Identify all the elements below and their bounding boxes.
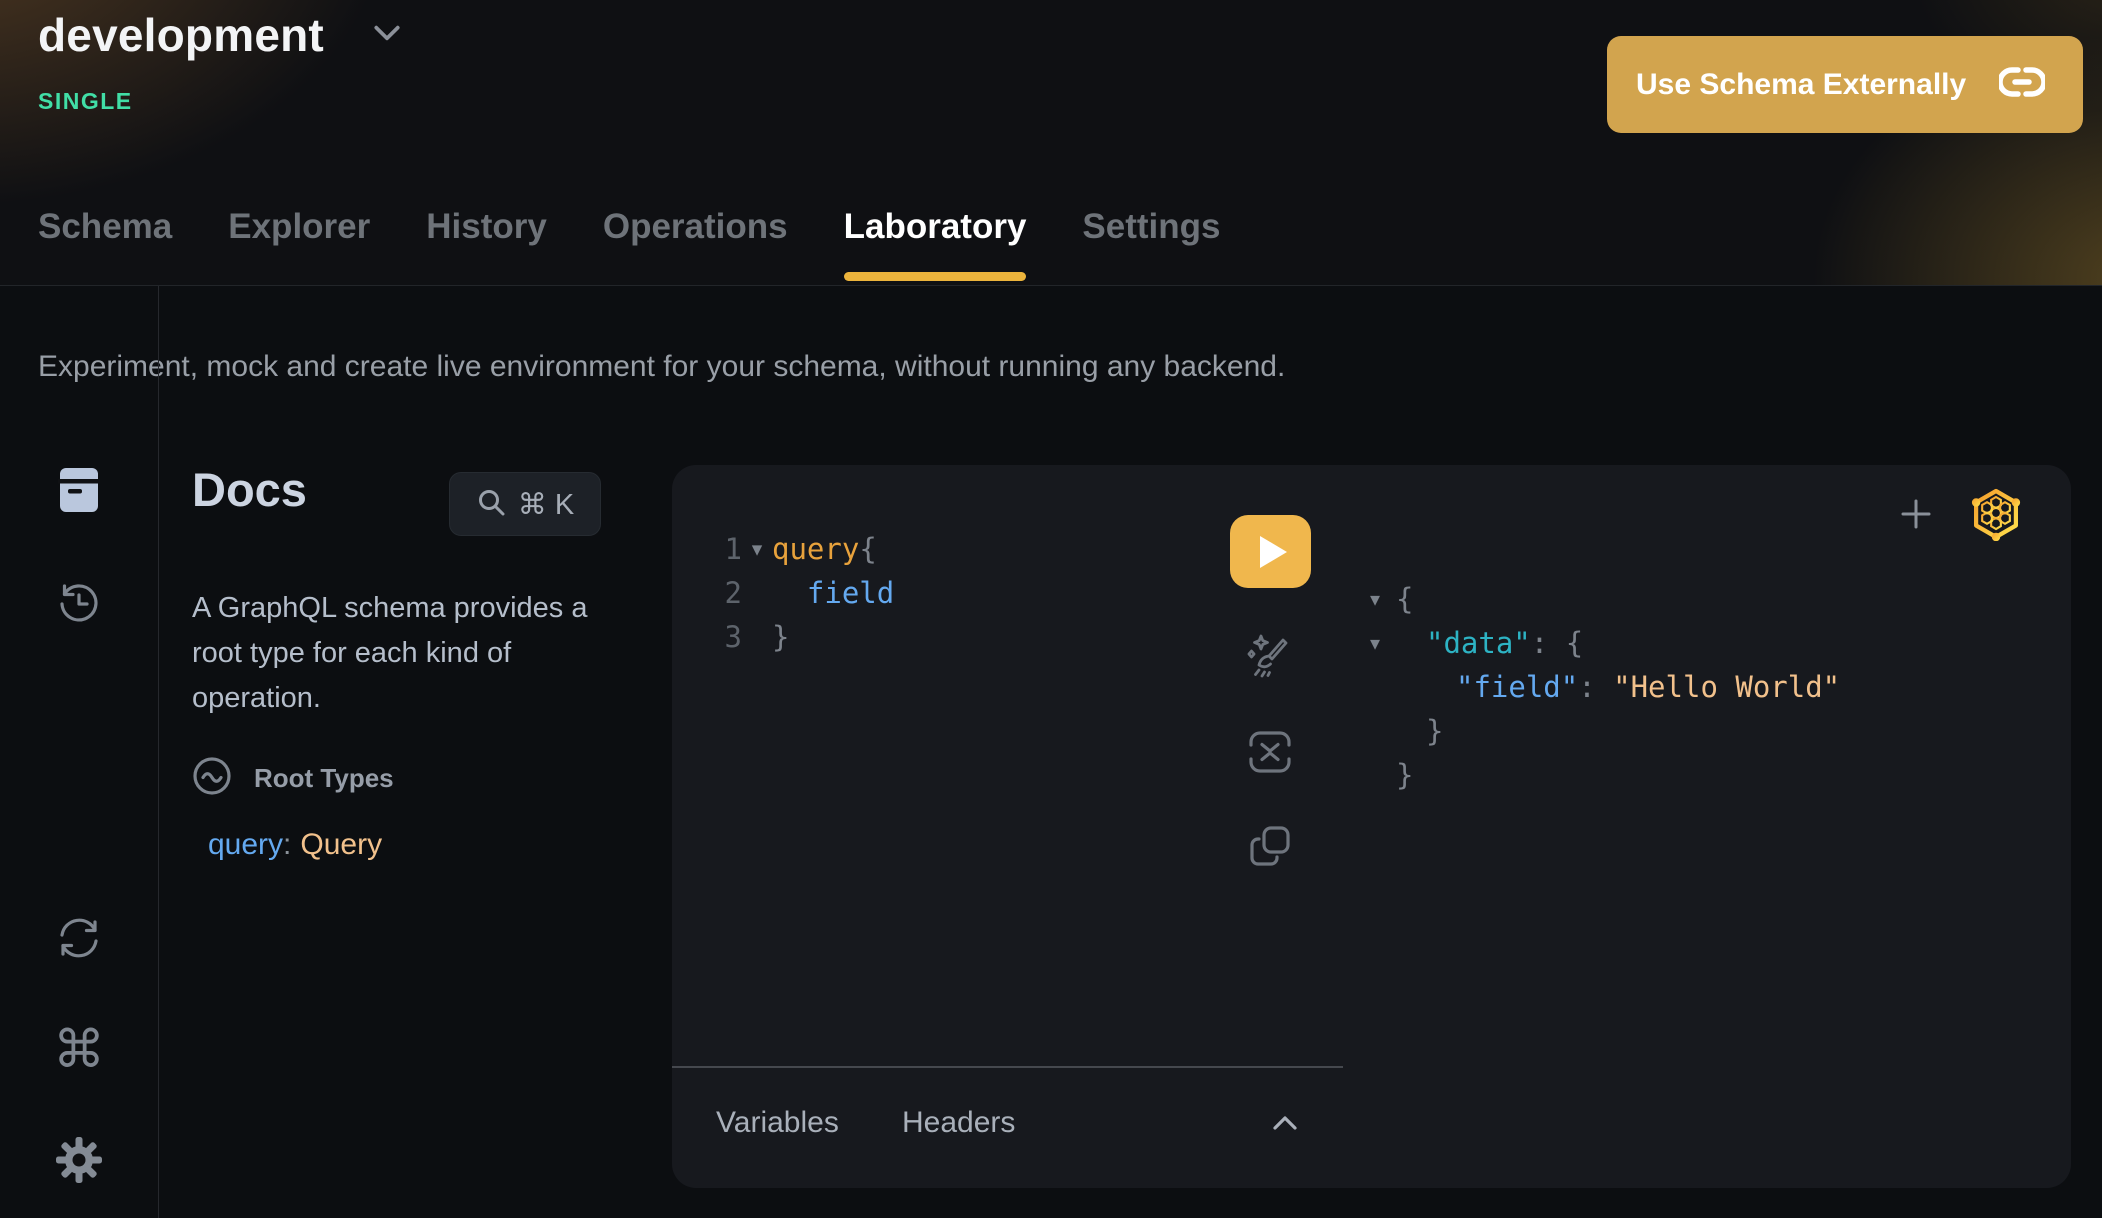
- fold-arrow-icon[interactable]: ▾: [1370, 587, 1396, 611]
- status-badge: SINGLE: [38, 88, 133, 115]
- search-icon: [476, 487, 506, 522]
- code-text: }: [772, 620, 789, 654]
- tab-explorer[interactable]: Explorer: [228, 207, 370, 285]
- play-icon: [1260, 536, 1287, 568]
- docs-search-button[interactable]: ⌘ K: [449, 472, 601, 536]
- root-types-icon: [192, 756, 232, 801]
- root-type-separator: :: [283, 828, 291, 861]
- link-icon: [1999, 65, 2045, 104]
- response-line: ▾"data": {: [1370, 621, 1840, 665]
- footer-tab-variables[interactable]: Variables: [716, 1106, 839, 1140]
- response-line: "field": "Hello World": [1370, 665, 1840, 709]
- response-text: {: [1396, 582, 1413, 616]
- tab-bar: Schema Explorer History Operations Laborator…: [38, 207, 1221, 285]
- laboratory-sidebar: ⌘: [0, 286, 159, 1218]
- line-number: 2: [718, 576, 742, 610]
- code-text: query{: [772, 532, 877, 566]
- tab-laboratory[interactable]: Laboratory: [844, 207, 1027, 285]
- search-shortcut-label: ⌘ K: [518, 487, 574, 522]
- prettify-button[interactable]: [1246, 632, 1294, 685]
- graphiql-editor-panel: 1▾query{2 field3}: [672, 465, 2071, 1188]
- sidebar-item-settings[interactable]: [51, 1136, 107, 1188]
- tab-settings[interactable]: Settings: [1082, 207, 1220, 285]
- footer-tab-headers[interactable]: Headers: [902, 1106, 1015, 1140]
- line-number: 1: [718, 532, 742, 566]
- query-pane: 1▾query{2 field3}: [672, 465, 1343, 1188]
- tab-operations[interactable]: Operations: [603, 207, 788, 285]
- query-code: 1▾query{2 field3}: [718, 527, 894, 659]
- copy-query-button[interactable]: [1248, 824, 1292, 873]
- editor-footer: Variables Headers: [672, 1066, 1343, 1188]
- query-editor[interactable]: 1▾query{2 field3}: [672, 465, 1343, 1066]
- line-number: 3: [718, 620, 742, 654]
- settings-gear-icon: [55, 1136, 103, 1189]
- docs-description: A GraphQL schema provides a root type fo…: [192, 586, 616, 721]
- command-icon: ⌘: [53, 1024, 105, 1076]
- history-icon: [56, 581, 102, 632]
- response-line: ▾{: [1370, 577, 1840, 621]
- docs-panel-title: Docs: [192, 462, 307, 517]
- response-text: "data": {: [1396, 626, 1583, 660]
- page-header: development SINGLE Use Schema Externally…: [0, 0, 2102, 286]
- hive-logo-icon: [1969, 528, 2023, 545]
- docs-panel: Docs ⌘ K A GraphQL schema provides a roo…: [158, 286, 672, 1218]
- prettify-icon: [1246, 632, 1294, 685]
- collapse-footer-button[interactable]: [1270, 1110, 1300, 1141]
- hive-logo-link[interactable]: [1969, 487, 2023, 546]
- editor-toolbar: [1229, 515, 1311, 873]
- root-types-section-header: Root Types: [192, 756, 394, 801]
- code-text: field: [772, 576, 894, 610]
- sidebar-item-docs[interactable]: [51, 466, 107, 518]
- query-editor-line[interactable]: 3}: [718, 615, 894, 659]
- project-title: development: [38, 8, 324, 62]
- execute-query-button[interactable]: [1230, 515, 1311, 588]
- chevron-up-icon: [1270, 1123, 1300, 1140]
- response-line: }: [1370, 709, 1840, 753]
- laboratory-page: development SINGLE Use Schema Externally…: [0, 0, 2102, 1218]
- docs-book-icon: [58, 466, 100, 519]
- sidebar-item-reload[interactable]: [51, 914, 107, 966]
- root-types-label: Root Types: [254, 763, 394, 794]
- merge-fragments-button[interactable]: [1247, 729, 1293, 780]
- tab-schema[interactable]: Schema: [38, 207, 172, 285]
- response-text: }: [1396, 714, 1443, 748]
- response-text: }: [1396, 758, 1413, 792]
- plus-icon: [1901, 516, 1931, 533]
- fold-arrow-icon[interactable]: ▾: [1370, 631, 1396, 655]
- root-type-query-link[interactable]: query: [208, 828, 283, 861]
- root-type-entry: query: Query: [208, 828, 382, 862]
- use-schema-externally-label: Use Schema Externally: [1636, 68, 1966, 102]
- project-selector[interactable]: development: [38, 8, 402, 62]
- merge-icon: [1247, 729, 1293, 780]
- query-editor-line[interactable]: 2 field: [718, 571, 894, 615]
- response-viewer: ▾{▾"data": {"field": "Hello World"}}: [1370, 577, 1840, 797]
- response-text: "field": "Hello World": [1396, 670, 1840, 704]
- response-pane: ▾{▾"data": {"field": "Hello World"}}: [1343, 465, 2071, 1188]
- sidebar-item-shortcuts[interactable]: ⌘: [51, 1024, 107, 1076]
- sidebar-item-history[interactable]: [51, 580, 107, 632]
- copy-icon: [1248, 824, 1292, 873]
- fold-arrow-icon[interactable]: ▾: [742, 537, 772, 561]
- add-tab-button[interactable]: [1901, 499, 1931, 534]
- query-editor-line[interactable]: 1▾query{: [718, 527, 894, 571]
- root-type-type-link[interactable]: Query: [300, 828, 382, 861]
- tab-history[interactable]: History: [426, 207, 547, 285]
- reload-icon: [56, 915, 102, 966]
- response-line: }: [1370, 753, 1840, 797]
- use-schema-externally-button[interactable]: Use Schema Externally: [1607, 36, 2083, 133]
- chevron-down-icon[interactable]: [372, 18, 402, 53]
